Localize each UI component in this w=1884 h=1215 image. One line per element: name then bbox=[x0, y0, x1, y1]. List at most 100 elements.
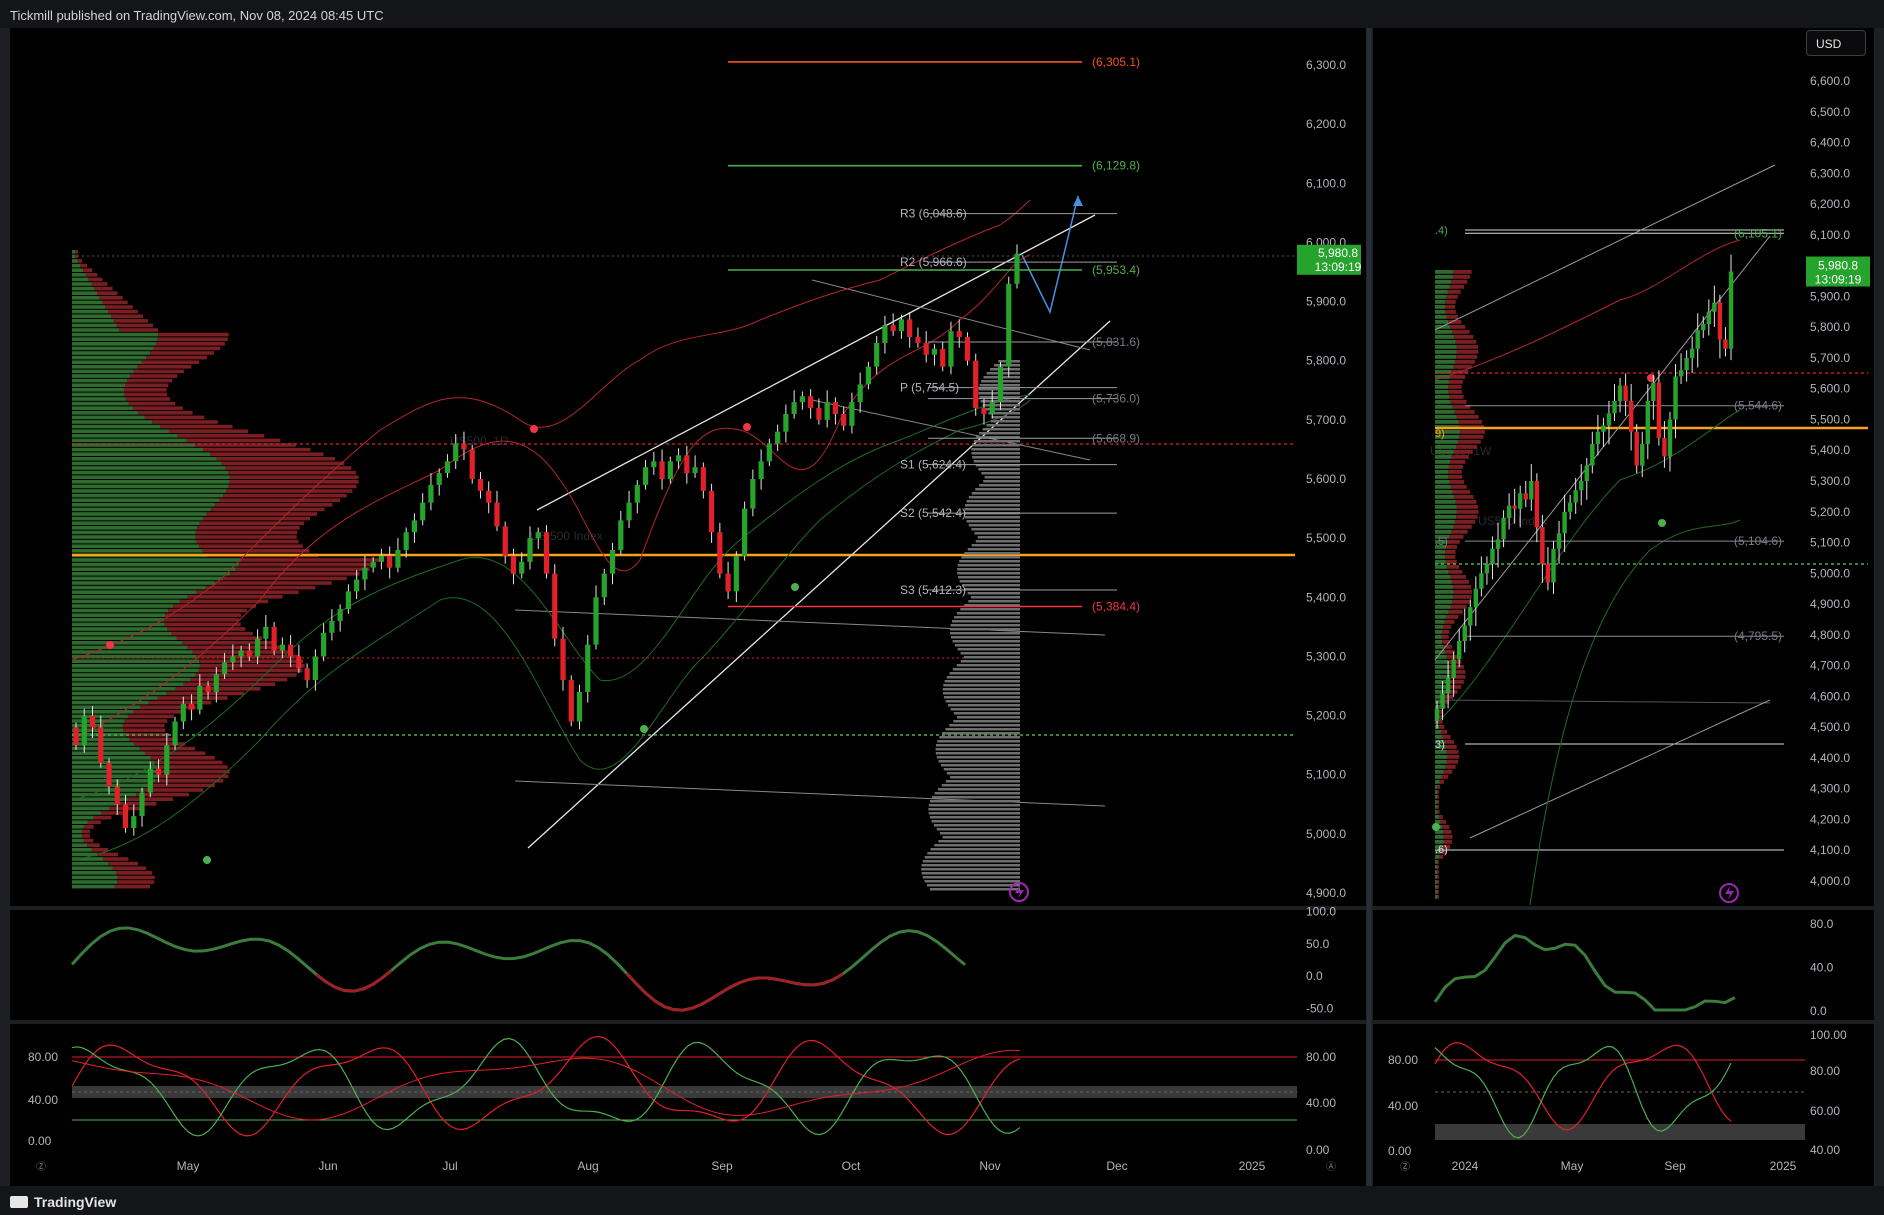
y-tick-label: 5,800.0 bbox=[1810, 320, 1850, 334]
profile-bar-down bbox=[202, 516, 310, 521]
profile-bar-up bbox=[1435, 580, 1452, 584]
profile-bar-down bbox=[129, 374, 178, 378]
level-label: S2 (5,542.4) bbox=[900, 506, 966, 520]
profile-bar-down bbox=[229, 475, 359, 479]
profile-bar-up bbox=[72, 507, 211, 512]
candle-body bbox=[164, 745, 170, 775]
stoch-tick-right: 40.00 bbox=[1306, 1096, 1336, 1110]
profile-bar-up bbox=[1435, 880, 1437, 884]
profile-bar-up bbox=[72, 760, 155, 765]
profile-bar-up bbox=[72, 779, 156, 783]
profile-bar-up bbox=[1435, 620, 1445, 624]
volume-bar bbox=[928, 812, 1020, 815]
volume-bar bbox=[937, 788, 1020, 791]
volume-bar bbox=[944, 680, 1020, 683]
volume-bar bbox=[973, 440, 1020, 443]
candle-body bbox=[1573, 490, 1578, 503]
chart-canvas[interactable]: US500, 1D US 500 Index US500, 1W US500 I… bbox=[0, 0, 1884, 1215]
candle-body bbox=[766, 443, 772, 462]
profile-bar-down bbox=[1454, 360, 1475, 364]
profile-bar-up bbox=[1435, 705, 1441, 709]
candle-body bbox=[651, 461, 657, 468]
profile-bar-up bbox=[1435, 570, 1449, 574]
profile-bar-up bbox=[1435, 500, 1456, 504]
profile-bar-down bbox=[221, 461, 345, 466]
profile-bar-up bbox=[1435, 575, 1451, 579]
volume-bar bbox=[978, 468, 1020, 471]
osc-tick: -50.0 bbox=[1306, 1001, 1334, 1015]
profile-bar-down bbox=[133, 369, 184, 374]
profile-bar-up bbox=[72, 466, 226, 470]
candle-body bbox=[510, 555, 517, 574]
profile-bar-up bbox=[72, 751, 146, 755]
candle-body bbox=[263, 626, 269, 639]
profile-bar-up bbox=[1435, 660, 1449, 664]
candle-body bbox=[1440, 693, 1445, 709]
candle-body bbox=[948, 331, 954, 367]
profile-bar-up bbox=[1435, 765, 1446, 769]
volume-bar bbox=[924, 880, 1020, 883]
y-tick-label: 4,900.0 bbox=[1810, 597, 1850, 611]
profile-bar-down bbox=[195, 535, 297, 539]
profile-bar-up bbox=[72, 756, 151, 760]
level-label: (5,736.0) bbox=[1092, 392, 1140, 406]
profile-bar-down bbox=[195, 673, 297, 677]
profile-bar-up bbox=[72, 613, 166, 617]
volume-bar bbox=[942, 692, 1020, 695]
candle-body bbox=[519, 561, 525, 574]
profile-bar-down bbox=[1449, 680, 1464, 684]
profile-bar-down bbox=[1443, 770, 1453, 774]
volume-bar bbox=[972, 444, 1020, 447]
profile-bar-down bbox=[225, 466, 352, 470]
y-tick-label: 6,600.0 bbox=[1810, 74, 1850, 88]
y-tick-label: 5,900.0 bbox=[1810, 289, 1850, 303]
profile-bar-down bbox=[1439, 725, 1445, 729]
y-tick-label: 6,300.0 bbox=[1306, 58, 1346, 72]
currency-button[interactable]: USD bbox=[1806, 30, 1866, 56]
volume-bar bbox=[927, 852, 1020, 855]
profile-bar-up bbox=[72, 562, 240, 567]
volume-bar bbox=[921, 868, 1020, 871]
profile-bar-up bbox=[72, 424, 161, 429]
profile-bar-down bbox=[144, 415, 205, 420]
profile-bar-down bbox=[116, 871, 153, 875]
volume-bar bbox=[943, 696, 1020, 699]
x-tick-label: Sep bbox=[1664, 1159, 1686, 1173]
profile-bar-down bbox=[83, 268, 93, 272]
x-tick-label: Sep bbox=[711, 1159, 733, 1173]
candle-body bbox=[609, 549, 616, 574]
candle-body bbox=[543, 532, 550, 574]
profile-bar-up bbox=[72, 682, 184, 686]
candle-body bbox=[436, 473, 442, 485]
profile-bar-down bbox=[187, 645, 283, 650]
profile-bar-up bbox=[72, 861, 109, 866]
level-label: (5,668.9) bbox=[1092, 431, 1140, 445]
profile-bar-down bbox=[1448, 380, 1463, 384]
volume-bar bbox=[953, 720, 1020, 723]
level-label: (5,104.6) bbox=[1734, 534, 1782, 548]
volume-bar bbox=[945, 780, 1020, 783]
brand-label: TradingView bbox=[34, 1194, 117, 1210]
candle-body bbox=[824, 402, 830, 420]
profile-bar-up bbox=[1435, 465, 1449, 469]
candle-body bbox=[775, 431, 781, 444]
candle-body bbox=[1706, 311, 1712, 325]
profile-bar-up bbox=[1435, 505, 1457, 509]
level-label: R2 (5,966.6) bbox=[900, 255, 967, 269]
profile-bar-up bbox=[72, 599, 180, 604]
profile-bar-up bbox=[72, 875, 118, 880]
candle-body bbox=[1595, 431, 1601, 445]
candle-body bbox=[1645, 401, 1650, 445]
profile-bar-up bbox=[72, 834, 82, 838]
profile-bar-up bbox=[1435, 355, 1457, 359]
profile-bar-down bbox=[1437, 870, 1439, 874]
candle-body bbox=[89, 715, 96, 728]
profile-bar-up bbox=[1435, 775, 1442, 779]
profile-bar-up bbox=[72, 401, 129, 406]
stoch-tick-left: 0.00 bbox=[1388, 1144, 1412, 1158]
profile-bar-up bbox=[72, 788, 145, 792]
profile-bar-up bbox=[1435, 890, 1437, 894]
profile-bar-up bbox=[1435, 525, 1454, 529]
candle-body bbox=[1490, 548, 1495, 565]
osc-tick: 80.0 bbox=[1810, 917, 1834, 931]
